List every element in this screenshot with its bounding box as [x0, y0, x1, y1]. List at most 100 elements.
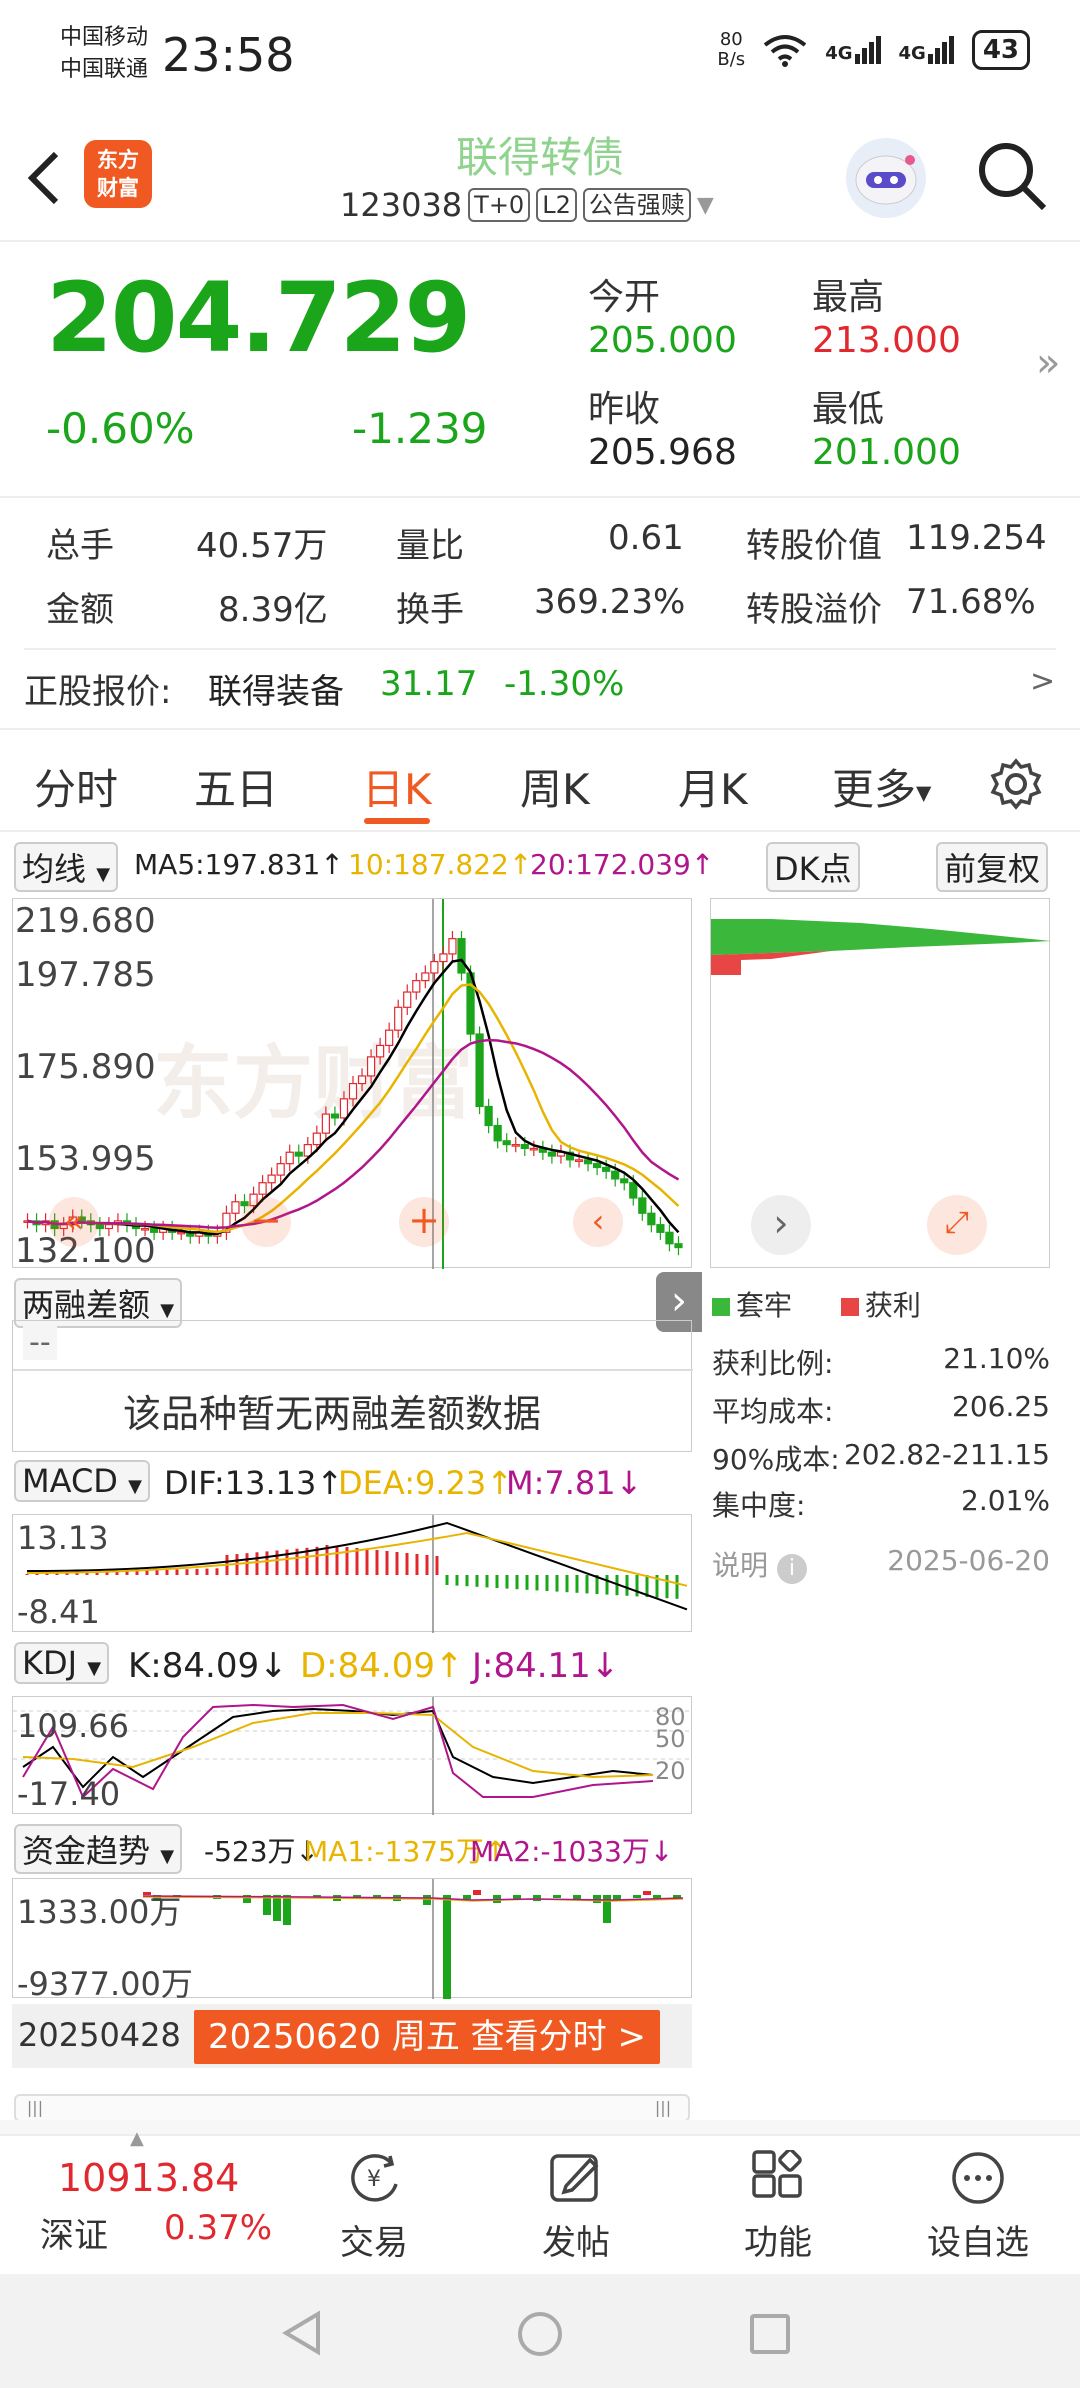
chevron-down-icon: ▼ — [87, 1658, 102, 1679]
chip-info-row: 集中度: 2.01% — [712, 1484, 1050, 1524]
legend-swatch-profit — [840, 1298, 859, 1316]
kdj-select[interactable]: KDJ ▼ — [14, 1642, 110, 1684]
candle-body — [412, 980, 421, 993]
search-icon[interactable] — [976, 140, 1048, 212]
nav-functions[interactable]: 功能 — [708, 2148, 848, 2264]
divider — [24, 648, 1056, 650]
candle-body — [177, 1231, 186, 1235]
nav-post[interactable]: 发帖 — [506, 2150, 646, 2264]
chevron-right-icon[interactable]: › — [751, 1195, 811, 1255]
legend-swatch-trap — [712, 1298, 730, 1316]
scroll-left-icon[interactable]: « — [49, 1197, 99, 1247]
candle-body — [403, 991, 412, 1008]
ma-select[interactable]: 均线 ▼ — [14, 842, 119, 892]
slider-handle-right[interactable]: ||| — [648, 2098, 678, 2118]
candle-body — [231, 1201, 240, 1214]
gear-icon[interactable] — [990, 758, 1042, 810]
kdj-bottom-label: -17.40 — [17, 1775, 121, 1813]
chip-info-row: 获利比例: 21.10% — [712, 1342, 1050, 1382]
divider — [0, 496, 1080, 498]
tab-monthly-k[interactable]: 月K — [678, 756, 748, 817]
home-circle-icon[interactable] — [516, 2310, 564, 2358]
chip-info-row: 90%成本: 202.82-211.15 — [712, 1438, 1050, 1478]
candle-body — [665, 1231, 674, 1245]
volume-ratio-label: 量比 — [396, 526, 464, 566]
tab-intraday[interactable]: 分时 — [34, 756, 118, 817]
index-ticker[interactable]: 10913.84 深证 0.37% — [24, 2150, 274, 2260]
tab-more[interactable]: 更多▼ — [832, 756, 931, 817]
battery-icon: 43 — [971, 30, 1030, 70]
ma20-value: 20:172.039↑ — [530, 848, 715, 881]
legend-profit-label: 获利 — [864, 1289, 921, 1322]
low-label: 最低 — [812, 389, 885, 430]
dk-point-button[interactable]: DK点 — [766, 842, 860, 892]
candle-body — [439, 953, 448, 963]
candle-body — [638, 1197, 647, 1214]
forward-adjust-button[interactable]: 前复权 — [936, 842, 1049, 892]
candle-body — [285, 1151, 294, 1165]
nav-add-watchlist[interactable]: 设自选 — [908, 2150, 1048, 2264]
fund-trend-value: -523万↓ — [204, 1835, 320, 1868]
chip-note-button[interactable]: 说明 i — [712, 1544, 807, 1584]
tab-more-label: 更多 — [832, 765, 917, 814]
amount-value: 8.39亿 — [218, 590, 328, 630]
fund-bar — [573, 1895, 581, 1899]
slider-handle-left[interactable]: ||| — [20, 2098, 50, 2118]
range-slider[interactable]: ||| ||| — [14, 2094, 690, 2122]
margin-select-label: 两融差额 — [22, 1286, 151, 1324]
underlying-stock-row[interactable]: 正股报价: 联得装备 31.17 -1.30% > — [0, 656, 1080, 718]
kline-chart[interactable]: 东方财富 219.680 197.785 175.890 153.995 132… — [12, 898, 692, 1271]
fund-trend-select[interactable]: 资金趋势 ▼ — [14, 1824, 183, 1874]
zoom-out-icon[interactable]: − — [241, 1197, 291, 1247]
macd-select-label: MACD — [22, 1462, 118, 1500]
candle-body — [330, 1113, 340, 1119]
carrier-2: 中国联通 — [60, 57, 149, 82]
expand-icon[interactable]: ⤢ — [927, 1195, 987, 1255]
macd-svg — [25, 1515, 688, 1633]
security-subtitle[interactable]: 123038 T+0 L2 公告强赎 ▼ — [340, 186, 714, 224]
nav-add-watchlist-label: 设自选 — [927, 2223, 1029, 2263]
nav-functions-label: 功能 — [744, 2223, 812, 2263]
candle-body — [430, 960, 439, 974]
divider — [13, 1369, 693, 1371]
amount-label: 金额 — [46, 590, 114, 630]
kdj-j: J:84.11↓ — [472, 1646, 620, 1686]
chip-date: 2025-06-20 — [887, 1544, 1050, 1577]
candle-body — [457, 938, 466, 974]
net-speed-unit: B/s — [717, 49, 746, 70]
fund-bar — [533, 1895, 541, 1901]
open-value: 205.000 — [588, 320, 737, 361]
more-circle-icon — [952, 2152, 1004, 2204]
low-value: 201.000 — [812, 432, 961, 473]
tab-weekly-k[interactable]: 周K — [520, 756, 590, 817]
y-axis-label: 219.680 — [15, 901, 156, 941]
net-speed: 80 B/s — [717, 30, 745, 70]
candle-body — [574, 1159, 584, 1162]
candle-body — [140, 1227, 150, 1231]
conversion-premium-label: 转股溢价 — [746, 590, 882, 630]
header: 东方 财富 联得转债 123038 T+0 L2 公告强赎 ▼ — [0, 110, 1080, 242]
recents-square-icon[interactable] — [748, 2312, 792, 2356]
candle-body — [294, 1151, 303, 1157]
wifi-icon — [763, 35, 807, 67]
back-triangle-icon[interactable] — [282, 2310, 322, 2356]
candle-body — [493, 1124, 502, 1142]
carrier-1: 中国移动 — [60, 25, 149, 50]
macd-select[interactable]: MACD ▼ — [14, 1460, 150, 1502]
candle-body — [385, 1029, 394, 1047]
chevron-down-icon: ▼ — [128, 1476, 142, 1497]
view-intraday-button[interactable]: 20250620 周五 查看分时 > — [194, 2010, 660, 2064]
signal-icon-2: 4G — [899, 36, 954, 64]
svg-text:¥: ¥ — [367, 2167, 381, 2192]
robot-assistant-icon[interactable] — [846, 138, 926, 218]
date-bar: 20250428 20250620 周五 查看分时 > — [12, 2004, 692, 2068]
tab-daily-k[interactable]: 日K — [362, 756, 432, 817]
scroll-prev-icon[interactable]: ‹ — [573, 1197, 623, 1247]
chip-note-row: 说明 i 2025-06-20 — [712, 1544, 1050, 1584]
tab-five-day[interactable]: 五日 — [194, 756, 278, 817]
zoom-in-icon[interactable]: + — [399, 1197, 449, 1247]
kdj-chart: 109.66 -17.40 80 50 20 — [12, 1696, 693, 1815]
double-chevron-right-icon[interactable]: » — [1036, 340, 1060, 386]
nav-trade[interactable]: ¥ 交易 — [304, 2150, 444, 2264]
macd-m: M:7.81↓ — [506, 1464, 643, 1502]
